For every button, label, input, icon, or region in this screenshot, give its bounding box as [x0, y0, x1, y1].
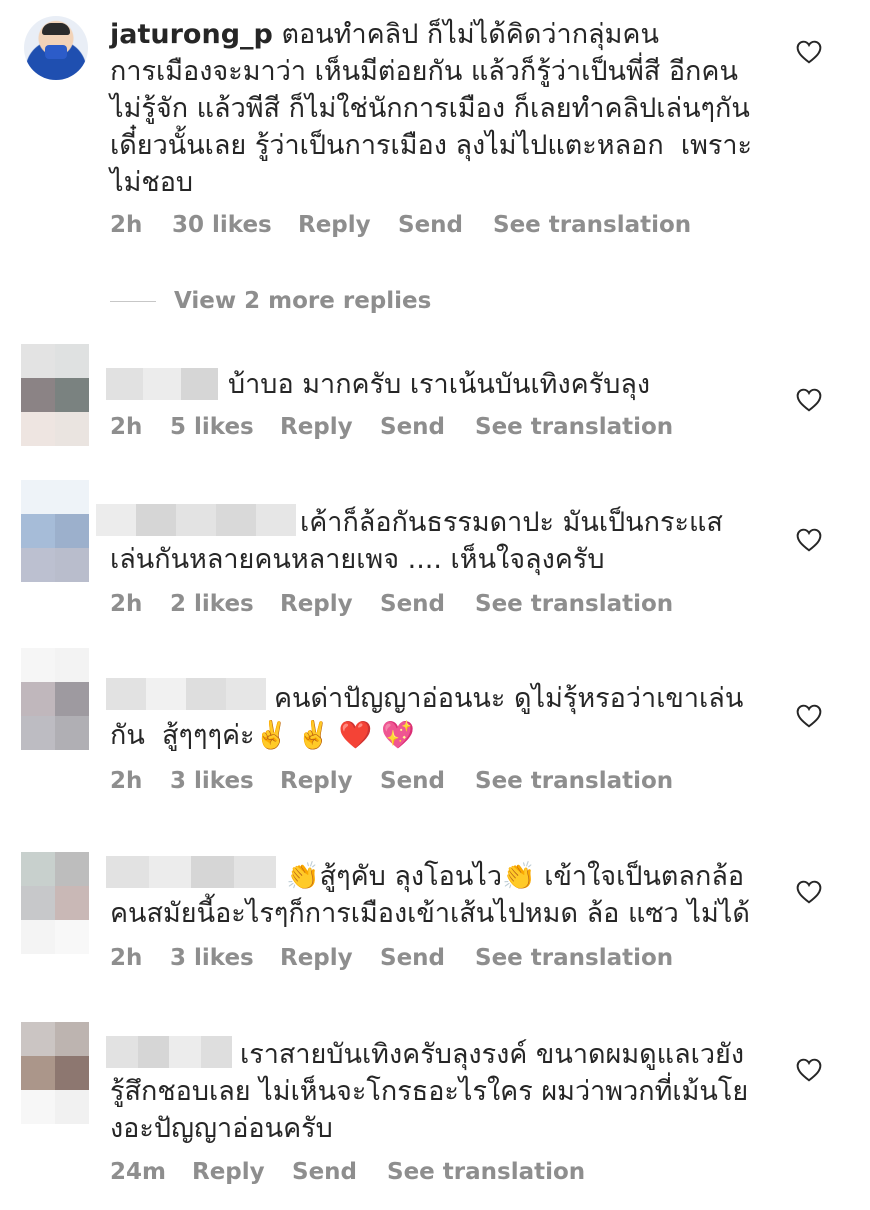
timestamp: 2h [110, 768, 143, 794]
send-button[interactable]: Send [380, 768, 475, 794]
heart-icon[interactable] [796, 40, 822, 64]
timestamp: 2h [110, 414, 143, 440]
comment-text: บ้าบอ มากครับ เราเน้นบันเทิงครับลุง [228, 369, 651, 400]
likes-count[interactable]: 30 likes [172, 212, 298, 238]
comment-meta: 2h 30 likes Reply Send See translation [110, 212, 691, 238]
timestamp: 2h [110, 212, 143, 238]
comment-meta: 2h 2 likes Reply Send See translation [110, 591, 673, 617]
avatar[interactable] [21, 1022, 89, 1124]
heart-icon[interactable] [796, 1058, 822, 1082]
comment-meta: 2h 3 likes Reply Send See translation [110, 768, 673, 794]
see-translation-button[interactable]: See translation [475, 945, 673, 971]
comment-text: คนด่าปัญญาอ่อนนะ ดูไม่รุ้หรอว่าเขาเล่นกั… [110, 683, 744, 751]
reply-button[interactable]: Reply [280, 414, 380, 440]
send-button[interactable]: Send [398, 212, 493, 238]
avatar[interactable] [21, 344, 89, 446]
heart-icon[interactable] [796, 388, 822, 412]
comment-body: คนด่าปัญญาอ่อนนะ ดูไม่รุ้หรอว่าเขาเล่นกั… [110, 680, 760, 754]
comment-text: เราสายบันเทิงครับลุงรงค์ ขนาดผมดูแลเวยัง… [110, 1039, 749, 1144]
comment-text: 👏สู้ๆคับ ลุงโอนไว👏 เข้าใจเป็นตลกล้อคนสมั… [110, 861, 750, 929]
likes-count[interactable]: 2 likes [170, 591, 280, 617]
reply-button[interactable]: Reply [298, 212, 398, 238]
see-translation-button[interactable]: See translation [493, 212, 691, 238]
comment-meta: 2h 5 likes Reply Send See translation [110, 414, 673, 440]
see-translation-button[interactable]: See translation [387, 1159, 585, 1185]
comment-body: jaturong_p ตอนทำคลิป ก็ไม่ได้คิดว่ากลุ่ม… [110, 16, 760, 201]
likes-count[interactable]: 3 likes [170, 768, 280, 794]
view-more-label[interactable]: View 2 more replies [174, 288, 431, 314]
timestamp: 2h [110, 591, 143, 617]
send-button[interactable]: Send [380, 414, 475, 440]
username-redacted [106, 368, 218, 400]
comment-body: เค้าก็ล้อกันธรรมดาปะ มันเป็นกระแสเล่นกัน… [110, 504, 760, 578]
reply-button[interactable]: Reply [280, 591, 380, 617]
comment-body: บ้าบอ มากครับ เราเน้นบันเทิงครับลุง [228, 366, 768, 403]
avatar[interactable] [24, 16, 88, 80]
avatar[interactable] [21, 648, 89, 750]
see-translation-button[interactable]: See translation [475, 768, 673, 794]
comment-body: เราสายบันเทิงครับลุงรงค์ ขนาดผมดูแลเวยัง… [110, 1036, 760, 1147]
likes-count[interactable]: 3 likes [170, 945, 280, 971]
view-more-replies[interactable]: View 2 more replies [110, 288, 431, 314]
timestamp: 24m [110, 1159, 166, 1185]
divider-line [110, 300, 156, 302]
comment-body: 👏สู้ๆคับ ลุงโอนไว👏 เข้าใจเป็นตลกล้อคนสมั… [110, 858, 760, 932]
see-translation-button[interactable]: See translation [475, 591, 673, 617]
heart-icon[interactable] [796, 880, 822, 904]
heart-icon[interactable] [796, 704, 822, 728]
comment-meta: 2h 3 likes Reply Send See translation [110, 945, 673, 971]
send-button[interactable]: Send [292, 1159, 387, 1185]
reply-button[interactable]: Reply [192, 1159, 292, 1185]
see-translation-button[interactable]: See translation [475, 414, 673, 440]
comment-text: เค้าก็ล้อกันธรรมดาปะ มันเป็นกระแสเล่นกัน… [110, 507, 723, 575]
avatar[interactable] [21, 480, 89, 582]
username[interactable]: jaturong_p [110, 19, 273, 50]
likes-count[interactable]: 5 likes [170, 414, 280, 440]
comment-meta: 24m Reply Send See translation [110, 1159, 585, 1185]
heart-icon[interactable] [796, 528, 822, 552]
send-button[interactable]: Send [380, 945, 475, 971]
timestamp: 2h [110, 945, 143, 971]
reply-button[interactable]: Reply [280, 768, 380, 794]
reply-button[interactable]: Reply [280, 945, 380, 971]
send-button[interactable]: Send [380, 591, 475, 617]
avatar[interactable] [21, 852, 89, 954]
